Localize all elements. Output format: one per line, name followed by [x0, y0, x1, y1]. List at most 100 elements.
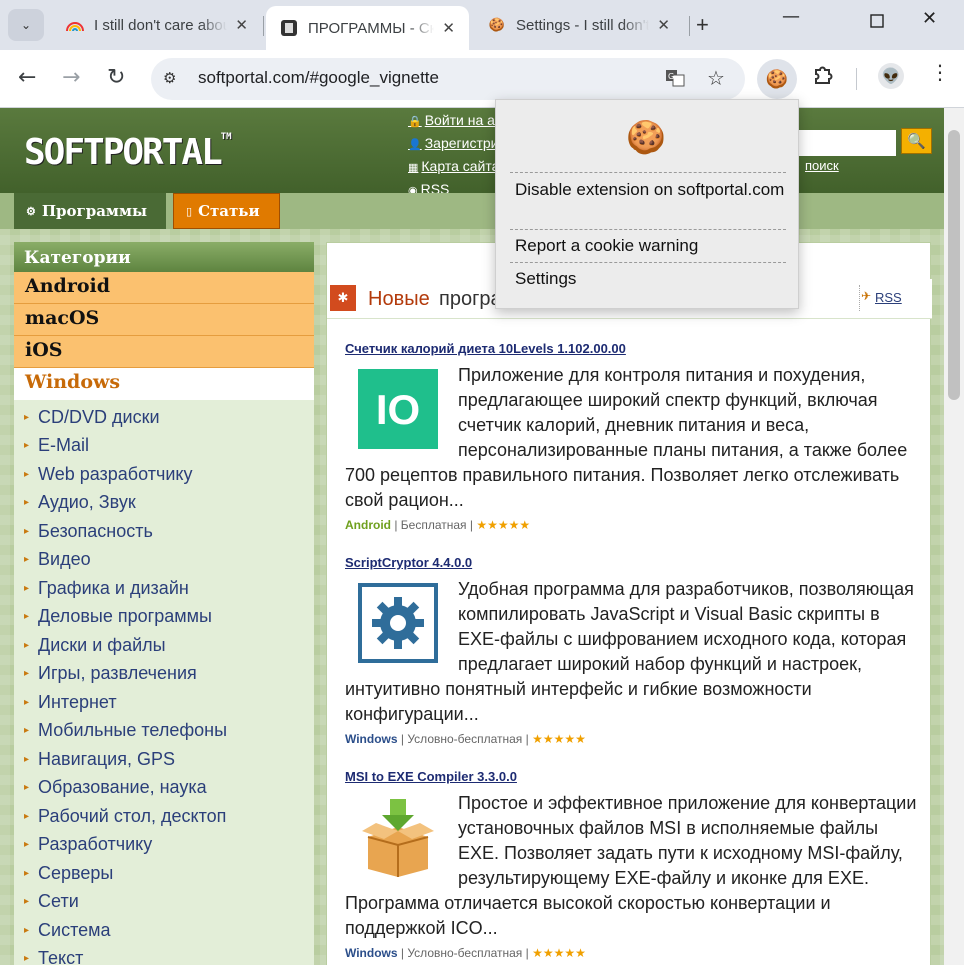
- program-title-link[interactable]: MSI to EXE Compiler 3.3.0.0: [345, 769, 517, 784]
- category-item[interactable]: ▸ Рабочий стол, десктоп: [14, 802, 314, 831]
- reload-icon[interactable]: ↻: [107, 65, 125, 90]
- program-thumbnail[interactable]: IO: [358, 369, 438, 449]
- category-ios[interactable]: iOS: [14, 336, 314, 368]
- bullet-icon: ▸: [24, 753, 30, 765]
- program-license: Условно-бесплатная: [407, 946, 523, 960]
- scrollbar-thumb[interactable]: [948, 130, 960, 400]
- category-label: Диски и файлы: [38, 634, 166, 655]
- category-label: Аудио, Звук: [38, 492, 136, 513]
- menu-dots-icon[interactable]: ⋮: [930, 62, 950, 82]
- minimize-icon[interactable]: —: [782, 6, 800, 27]
- close-tab-icon[interactable]: ✕: [235, 16, 248, 34]
- category-windows[interactable]: Windows: [14, 368, 314, 400]
- cookie-extension-button[interactable]: 🍪: [757, 59, 797, 99]
- close-window-icon[interactable]: ✕: [922, 8, 937, 29]
- category-item[interactable]: ▸ Образование, наука: [14, 774, 314, 803]
- bullet-icon: ▸: [24, 867, 30, 879]
- program-thumbnail[interactable]: [358, 797, 438, 877]
- category-item[interactable]: ▸ Интернет: [14, 688, 314, 717]
- category-item[interactable]: ▸ Безопасность: [14, 517, 314, 546]
- bullet-icon: ▸: [24, 725, 30, 737]
- program-os[interactable]: Windows: [345, 946, 398, 960]
- popup-divider: [510, 262, 786, 263]
- bullet-icon: ▸: [24, 668, 30, 680]
- bullet-icon: ▸: [24, 582, 30, 594]
- maximize-icon[interactable]: [870, 12, 884, 33]
- category-label: Образование, наука: [38, 777, 207, 798]
- sitemap-link[interactable]: ▦ Карта сайта: [408, 156, 501, 179]
- program-os[interactable]: Windows: [345, 732, 398, 746]
- tab-title: ПРОГРАММЫ - Скачать: [308, 19, 435, 37]
- site-info-icon[interactable]: ⚙: [163, 69, 176, 87]
- category-item[interactable]: ▸ Мобильные телефоны: [14, 717, 314, 746]
- tab-title: I still don't care about: [94, 16, 228, 34]
- login-link[interactable]: 🔒 Войти на ак: [408, 110, 501, 133]
- category-macos[interactable]: macOS: [14, 304, 314, 336]
- program-title-link[interactable]: Счетчик калорий диета 10Levels 1.102.00.…: [345, 341, 626, 356]
- close-tab-icon[interactable]: ✕: [442, 19, 455, 37]
- category-item[interactable]: ▸ Аудио, Звук: [14, 489, 314, 518]
- category-item[interactable]: ▸ Графика и дизайн: [14, 574, 314, 603]
- back-icon[interactable]: ←: [18, 65, 36, 90]
- translate-icon[interactable]: G: [665, 68, 685, 92]
- tab-softportal[interactable]: ПРОГРАММЫ - Скачать ✕: [266, 6, 469, 50]
- program-body: IO Приложение для контроля питания и пох…: [345, 363, 920, 513]
- tab-settings[interactable]: 🍪 Settings - I still don't ✕: [474, 6, 684, 44]
- category-item[interactable]: ▸ E-Mail: [14, 432, 314, 461]
- url-text[interactable]: softportal.com/#google_vignette: [198, 68, 439, 88]
- category-item[interactable]: ▸ Игры, развлечения: [14, 660, 314, 689]
- bullet-icon: ▸: [24, 839, 30, 851]
- category-item[interactable]: ▸ Навигация, GPS: [14, 745, 314, 774]
- profile-avatar-icon[interactable]: 👽: [878, 63, 904, 89]
- program-meta: Android | Бесплатная | ★★★★★: [345, 518, 531, 532]
- category-item[interactable]: ▸ Разработчику: [14, 831, 314, 860]
- forward-icon[interactable]: →: [62, 65, 80, 90]
- category-item[interactable]: ▸ Видео: [14, 546, 314, 575]
- sitemap-text: Карта сайта: [421, 158, 500, 174]
- address-bar[interactable]: ⚙ softportal.com/#google_vignette G ☆: [151, 58, 745, 100]
- rainbow-icon: [66, 16, 84, 34]
- report-cookie-warning-item[interactable]: Report a cookie warning: [515, 235, 698, 257]
- program-title-link[interactable]: ScriptCryptor 4.4.0.0: [345, 555, 472, 570]
- category-item[interactable]: ▸ Web разработчику: [14, 460, 314, 489]
- page-scrollbar[interactable]: [944, 108, 964, 965]
- cookie-icon: 🍪: [488, 17, 506, 32]
- site-search-button[interactable]: 🔍: [901, 128, 932, 154]
- category-android[interactable]: Android: [14, 272, 314, 304]
- bookmark-star-icon[interactable]: ☆: [707, 66, 725, 90]
- category-item[interactable]: ▸ Диски и файлы: [14, 631, 314, 660]
- close-tab-icon[interactable]: ✕: [657, 16, 670, 34]
- rss-feed-icon: ✈: [861, 289, 872, 303]
- tab-articles-label: Статьи: [198, 202, 260, 220]
- site-header: SOFTPORTALTM 🔒 Войти на ак 👤 Зарегистри ▦ К…: [0, 108, 944, 197]
- advanced-search-link[interactable]: поиск: [805, 158, 839, 173]
- category-item[interactable]: ▸ Система: [14, 916, 314, 945]
- bullet-icon: ▸: [24, 611, 30, 623]
- category-item[interactable]: ▸ Деловые программы: [14, 603, 314, 632]
- tab-programs[interactable]: ⚙ Программы: [14, 193, 166, 229]
- category-label: Безопасность: [38, 520, 153, 541]
- category-label: Web разработчику: [38, 463, 193, 484]
- register-link[interactable]: 👤 Зарегистри: [408, 133, 501, 156]
- category-item[interactable]: ▸ Текст: [14, 945, 314, 965]
- new-programs-icon: ✱: [330, 285, 356, 311]
- category-item[interactable]: ▸ CD/DVD диски: [14, 403, 314, 432]
- extension-settings-item[interactable]: Settings: [515, 268, 576, 290]
- extensions-puzzle-icon[interactable]: [812, 64, 834, 91]
- tab-articles[interactable]: ▯ Статьи: [173, 193, 280, 229]
- category-item[interactable]: ▸ Серверы: [14, 859, 314, 888]
- new-tab-icon[interactable]: +: [696, 12, 709, 38]
- rss-link[interactable]: RSS: [875, 290, 902, 305]
- category-item[interactable]: ▸ Сети: [14, 888, 314, 917]
- site-logo[interactable]: SOFTPORTALTM: [24, 132, 232, 173]
- tab-search-button[interactable]: ⌄: [8, 9, 44, 41]
- program-license: Бесплатная: [400, 518, 467, 532]
- main-content: ✱ Новые програм ✈ RSS Счетчик калорий ди…: [326, 242, 932, 965]
- tab-cookie-extension[interactable]: I still don't care about ✕: [52, 6, 262, 44]
- category-label: E-Mail: [38, 435, 90, 456]
- toolbar-separator: [856, 68, 857, 90]
- categories-sidebar: Категории Android macOS iOS Windows ▸ CD/…: [14, 242, 314, 965]
- program-os[interactable]: Android: [345, 518, 391, 532]
- disable-extension-item[interactable]: Disable extension on softportal.com: [515, 179, 785, 201]
- program-thumbnail[interactable]: [358, 583, 438, 663]
